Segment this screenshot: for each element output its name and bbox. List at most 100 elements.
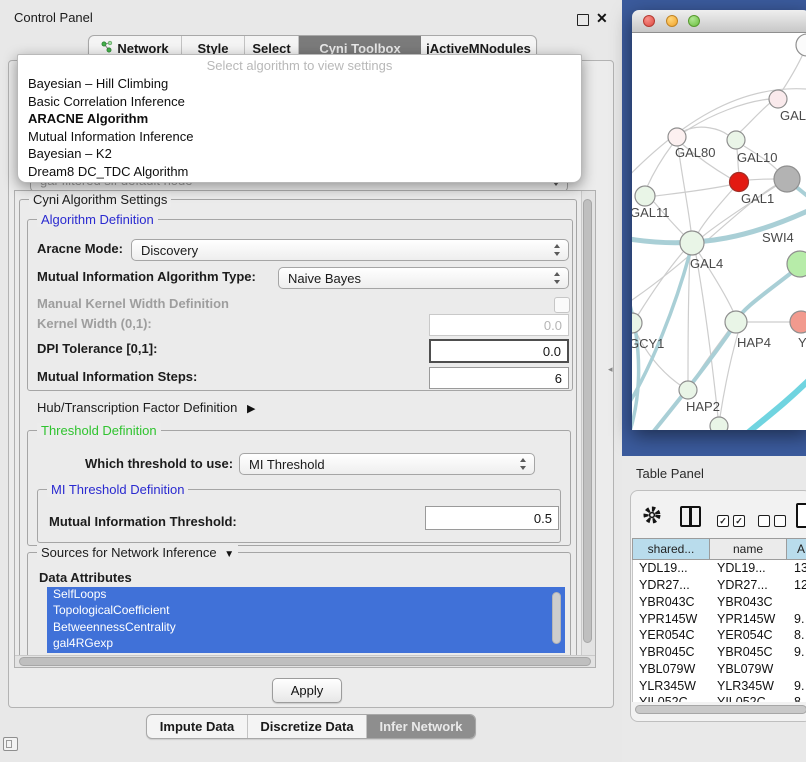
dpi-tolerance-field[interactable]: 0.0 [429,339,569,363]
node-unlabeled-bottom[interactable] [710,417,728,430]
node-label: GCY1 [632,336,664,351]
kernel-width-field[interactable]: 0.0 [429,314,569,336]
close-traffic-light-icon[interactable] [643,15,655,27]
control-panel-title: Control Panel [14,10,93,25]
node-gal11[interactable] [635,186,655,206]
algorithm-option[interactable]: Mutual Information Inference [18,129,581,147]
list-item[interactable]: BetweennessCentrality [47,620,565,636]
sources-caption-label: Sources for Network Inference [41,545,217,560]
unchecked-box-icon [758,515,770,527]
cyni-algorithm-settings-caption: Cyni Algorithm Settings [29,192,171,207]
aracne-mode-combobox[interactable]: Discovery [131,239,569,261]
deselect-all-checkboxes-icon[interactable] [758,512,790,530]
column-header-partial[interactable]: A [787,538,806,560]
tab-discretize-data-label: Discretize Data [260,719,353,734]
node-unlabeled-top[interactable] [796,34,806,56]
zoom-traffic-light-icon[interactable] [688,15,700,27]
unchecked-box-icon [774,515,786,527]
algorithm-option-selected[interactable]: ARACNE Algorithm [18,111,581,129]
algorithm-definition-caption: Algorithm Definition [37,212,158,227]
apply-button[interactable]: Apply [272,678,342,703]
column-selector-divider [689,508,692,525]
node-gal2[interactable] [769,90,787,108]
table-row[interactable]: YBL079W YBL079W [633,661,806,678]
table-hscrollbar-thumb[interactable] [635,705,806,714]
table-settings-gear-icon[interactable] [642,505,662,530]
column-header-name[interactable]: name [710,538,787,560]
node-gal80[interactable] [668,128,686,146]
table-row[interactable]: YBR045C YBR045C 9. [633,644,806,661]
node-salmon[interactable] [790,311,806,333]
node-hap2[interactable] [679,381,697,399]
network-canvas[interactable]: GAL GAL80 GAL10 GAL1 GAL11 SWI4 GAL4 GCY… [632,33,806,430]
expand-right-icon: ▶ [247,398,255,420]
which-threshold-value: MI Threshold [249,457,325,472]
table-row[interactable]: YER054C YER054C 8. [633,627,806,644]
tab-discretize-data[interactable]: Discretize Data [248,715,367,738]
node-label: HAP4 [737,335,771,350]
minimized-panel-icon[interactable] [3,737,18,751]
node-label: GAL4 [690,256,723,271]
algorithm-option[interactable]: Basic Correlation Inference [18,94,581,112]
dpi-tolerance-label: DPI Tolerance [0,1]: [37,338,157,360]
select-all-checkboxes-icon[interactable]: ✓✓ [717,512,749,530]
algorithm-option[interactable]: Bayesian – K2 [18,146,581,164]
node-label: GAL10 [737,150,777,165]
column-header-shared-name[interactable]: shared... [632,538,710,560]
export-table-icon[interactable] [796,503,806,528]
mi-type-combobox[interactable]: Naive Bayes [278,267,569,289]
algorithm-popup-placeholder: Select algorithm to view settings [18,58,581,76]
sources-caption[interactable]: Sources for Network Inference ▼ [37,545,238,560]
table-row[interactable]: YPR145W YPR145W 9. [633,610,806,627]
tab-infer-network-label: Infer Network [379,719,462,734]
table-row[interactable]: YDR27... YDR27... 12 [633,577,806,594]
node-gal1-selected[interactable] [730,173,749,192]
table-panel-title: Table Panel [636,466,704,481]
mi-type-value: Naive Bayes [288,271,361,286]
settings-hscrollbar-thumb[interactable] [19,657,591,666]
threshold-definition-caption: Threshold Definition [37,423,161,438]
manual-kernel-checkbox[interactable] [554,297,570,313]
tab-infer-network[interactable]: Infer Network [367,715,475,738]
node-hap4[interactable] [725,311,747,333]
algorithm-option[interactable]: Dream8 DC_TDC Algorithm [18,164,581,182]
node-gcy1[interactable] [632,313,642,333]
data-attributes-list: SelfLoops TopologicalCoefficient Between… [47,587,565,653]
network-node-labels: GAL GAL80 GAL10 GAL1 GAL11 SWI4 GAL4 GCY… [632,108,806,414]
aracne-mode-label: Aracne Mode: [37,238,123,260]
list-item[interactable]: gal4RGexp [47,636,565,652]
algorithm-option[interactable]: Bayesian – Hill Climbing [18,76,581,94]
node-gal10[interactable] [727,131,745,149]
mi-threshold-field[interactable]: 0.5 [425,506,559,530]
mi-steps-field[interactable]: 6 [429,367,569,389]
table-row[interactable]: YLR345W YLR345W 9. [633,677,806,694]
float-panel-icon[interactable] [577,14,589,26]
list-scrollbar-thumb[interactable] [552,592,561,644]
mi-type-label: Mutual Information Algorithm Type: [37,266,256,288]
node-label: Y [798,335,806,350]
mi-threshold-caption: MI Threshold Definition [47,482,188,497]
minimize-traffic-light-icon[interactable] [666,15,678,27]
combo-spinner-icon [520,458,527,470]
settings-vscrollbar-thumb[interactable] [583,199,592,643]
node-unlabeled-gray[interactable] [774,166,800,192]
data-attributes-label: Data Attributes [39,567,132,589]
list-item[interactable]: SelfLoops [47,587,565,603]
network-graph: GAL GAL80 GAL10 GAL1 GAL11 SWI4 GAL4 GCY… [632,33,806,430]
node-label: GAL80 [675,145,715,160]
hub-definition-expander[interactable]: Hub/Transcription Factor Definition ▶ [37,397,255,419]
table-row[interactable]: YIL052C YIL052C 8 [633,694,806,702]
manual-kernel-label: Manual Kernel Width Definition [37,293,229,315]
tab-impute-data[interactable]: Impute Data [147,715,248,738]
column-selector-icon[interactable] [680,506,701,527]
close-icon[interactable]: ✕ [596,10,608,27]
table-row[interactable]: YDL19... YDL19... 13 [633,560,806,577]
which-threshold-combobox[interactable]: MI Threshold [239,453,535,475]
node-gal4[interactable] [680,231,704,255]
table-row[interactable]: YBR043C YBR043C [633,594,806,611]
splitter-collapse-icon[interactable]: ◂ [608,364,613,375]
checked-box-icon: ✓ [733,515,745,527]
collapse-down-icon: ▼ [224,549,234,560]
list-item[interactable]: TopologicalCoefficient [47,603,565,619]
network-window-titlebar[interactable] [632,10,806,33]
